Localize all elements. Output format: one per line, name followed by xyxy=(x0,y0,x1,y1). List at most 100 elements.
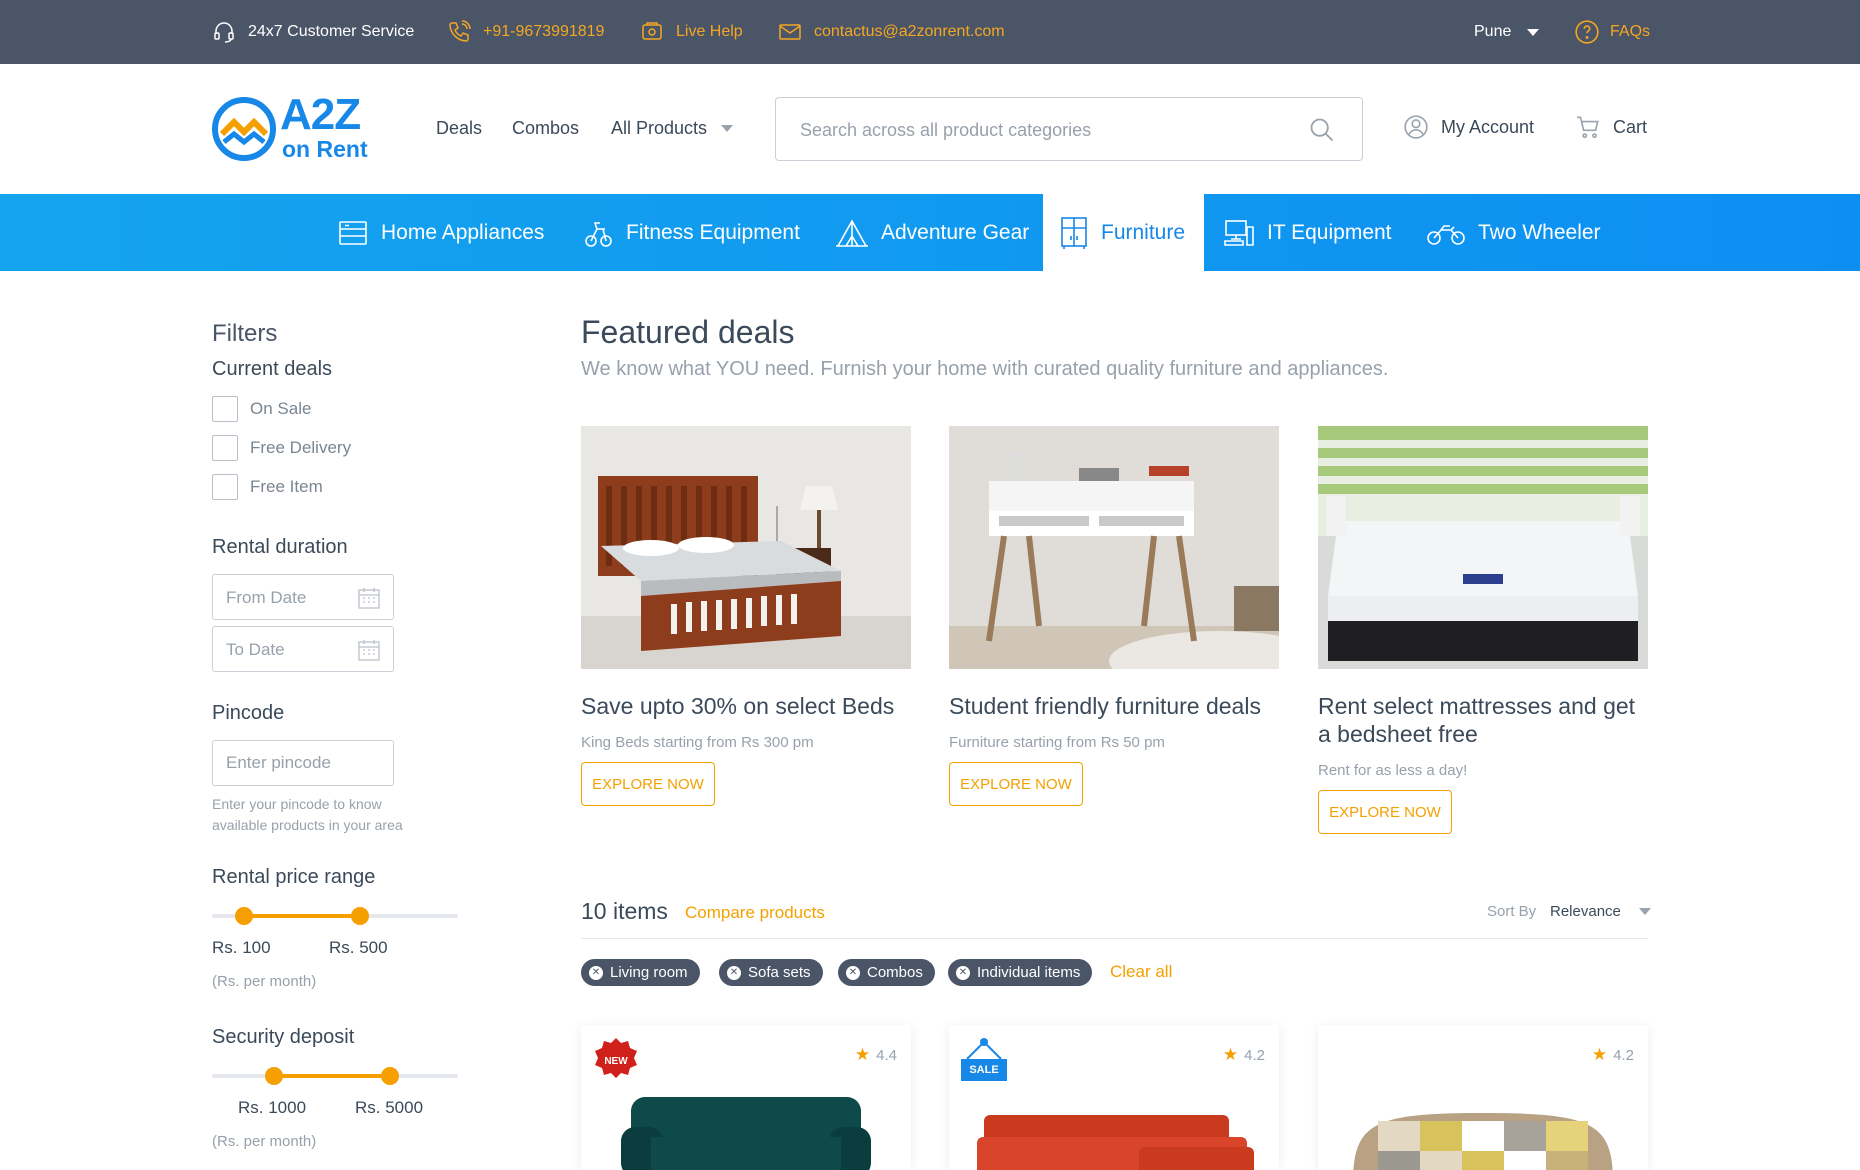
card-title[interactable]: Rent select mattresses and get a bedshee… xyxy=(1318,692,1648,748)
explore-now-button[interactable]: EXPLORE NOW xyxy=(1318,790,1452,834)
close-icon[interactable]: ✕ xyxy=(846,965,860,980)
explore-now-button[interactable]: EXPLORE NOW xyxy=(949,762,1083,806)
desk-image[interactable] xyxy=(949,426,1279,669)
filter-chip[interactable]: ✕ Individual items xyxy=(948,959,1093,986)
bed-image[interactable] xyxy=(581,426,911,669)
cart-icon xyxy=(1577,116,1599,139)
slider-max-handle[interactable] xyxy=(351,907,369,925)
category-bar: Home Appliances Fitness Equipment Advent… xyxy=(0,194,1860,271)
pincode-field[interactable] xyxy=(212,740,394,786)
slider-max-handle[interactable] xyxy=(381,1067,399,1085)
explore-now-button[interactable]: EXPLORE NOW xyxy=(581,762,715,806)
faqs-label[interactable]: FAQs xyxy=(1610,23,1650,41)
checkbox-label[interactable]: On Sale xyxy=(250,399,311,419)
filter-chip[interactable]: ✕ Sofa sets xyxy=(719,959,823,986)
chevron-down-icon xyxy=(1527,28,1540,36)
price-min-value: Rs. 100 xyxy=(212,938,271,957)
sofa-image[interactable] xyxy=(581,1087,911,1170)
card-title[interactable]: Student friendly furniture deals xyxy=(949,692,1279,720)
filter-chip[interactable]: ✕ Living room xyxy=(581,959,700,986)
product-card[interactable]: SALE ★ 4.2 xyxy=(949,1025,1279,1170)
close-icon[interactable]: ✕ xyxy=(589,965,603,980)
my-account-label[interactable]: My Account xyxy=(1441,117,1534,138)
nav-combos[interactable]: Combos xyxy=(512,118,579,139)
checkbox[interactable] xyxy=(212,396,238,422)
from-date-placeholder[interactable]: From Date xyxy=(226,588,306,608)
sofa-image[interactable] xyxy=(1318,1093,1648,1170)
featured-card-beds[interactable]: Save upto 30% on select Beds King Beds s… xyxy=(581,426,911,806)
price-range-slider[interactable] xyxy=(212,907,458,925)
featured-card-student[interactable]: Student friendly furniture deals Furnitu… xyxy=(949,426,1279,806)
slider-min-handle[interactable] xyxy=(265,1067,283,1085)
clear-all-link[interactable]: Clear all xyxy=(1110,962,1172,982)
phone-link[interactable]: +91-9673991819 xyxy=(447,18,604,46)
phone-number[interactable]: +91-9673991819 xyxy=(483,23,604,41)
checkbox-label[interactable]: Free Item xyxy=(250,477,323,497)
email-link[interactable]: contactus@a2zonrent.com xyxy=(778,18,1005,46)
to-date-placeholder[interactable]: To Date xyxy=(226,640,285,660)
email-address[interactable]: contactus@a2zonrent.com xyxy=(814,23,1005,41)
logo[interactable]: A2Z on Rent xyxy=(212,90,382,164)
sofa-image[interactable] xyxy=(949,1107,1279,1170)
close-icon[interactable]: ✕ xyxy=(727,965,741,980)
category-label[interactable]: Furniture xyxy=(1101,221,1185,245)
category-two-wheeler[interactable]: Two Wheeler xyxy=(1426,194,1601,271)
cart-label[interactable]: Cart xyxy=(1613,117,1647,138)
current-deals-heading: Current deals xyxy=(212,358,333,380)
category-label[interactable]: Home Appliances xyxy=(381,221,544,245)
nav-all-products[interactable]: All Products xyxy=(611,118,734,139)
nav-all-products-label[interactable]: All Products xyxy=(611,118,707,139)
checkbox[interactable] xyxy=(212,435,238,461)
security-deposit-slider[interactable] xyxy=(212,1067,458,1085)
pincode-heading: Pincode xyxy=(212,702,285,724)
tent-icon xyxy=(836,218,868,247)
card-title[interactable]: Save upto 30% on select Beds xyxy=(581,692,911,720)
category-label[interactable]: Two Wheeler xyxy=(1478,221,1601,245)
category-label[interactable]: IT Equipment xyxy=(1267,221,1392,245)
search-input[interactable] xyxy=(800,116,1280,144)
live-help-label[interactable]: Live Help xyxy=(676,23,743,41)
sort-dropdown[interactable]: Relevance xyxy=(1550,903,1651,920)
rental-duration-heading: Rental duration xyxy=(212,536,348,558)
close-icon[interactable]: ✕ xyxy=(956,965,970,980)
calendar-icon[interactable] xyxy=(357,586,381,610)
cart-link[interactable]: Cart xyxy=(1575,114,1647,140)
pincode-hint: Enter your pincode to know available pro… xyxy=(212,796,403,833)
rating-value: 4.2 xyxy=(1244,1046,1265,1064)
filter-on-sale[interactable]: On Sale xyxy=(212,396,311,422)
featured-card-mattress[interactable]: Rent select mattresses and get a bedshee… xyxy=(1318,426,1648,834)
live-help-link[interactable]: Live Help xyxy=(640,18,743,46)
faqs-link[interactable]: FAQs xyxy=(1574,18,1650,46)
compare-products-link[interactable]: Compare products xyxy=(685,903,825,923)
category-fitness-equipment[interactable]: Fitness Equipment xyxy=(582,194,800,271)
pincode-input[interactable] xyxy=(226,753,376,773)
filter-free-delivery[interactable]: Free Delivery xyxy=(212,435,351,461)
nav-deals[interactable]: Deals xyxy=(436,118,482,139)
category-home-appliances[interactable]: Home Appliances xyxy=(337,194,544,271)
city-selector[interactable]: Pune xyxy=(1474,18,1540,46)
checkbox-label[interactable]: Free Delivery xyxy=(250,438,351,458)
to-date-field[interactable]: To Date xyxy=(212,626,394,672)
filter-free-item[interactable]: Free Item xyxy=(212,474,323,500)
category-label[interactable]: Fitness Equipment xyxy=(626,221,800,245)
slider-min-handle[interactable] xyxy=(235,907,253,925)
category-it-equipment[interactable]: IT Equipment xyxy=(1223,194,1392,271)
category-furniture[interactable]: Furniture xyxy=(1043,194,1204,271)
my-account-link[interactable]: My Account xyxy=(1403,114,1534,140)
from-date-field[interactable]: From Date xyxy=(212,574,394,620)
product-card[interactable]: ★ 4.2 xyxy=(1318,1025,1648,1170)
mattress-image[interactable] xyxy=(1318,426,1648,669)
city-label[interactable]: Pune xyxy=(1474,23,1511,41)
search-box[interactable] xyxy=(775,97,1363,161)
appliance-icon xyxy=(339,220,367,245)
product-card[interactable]: NEW ★ 4.4 xyxy=(581,1025,911,1170)
price-range-heading: Rental price range xyxy=(212,866,376,888)
search-icon[interactable] xyxy=(1308,116,1336,144)
calendar-icon[interactable] xyxy=(357,638,381,662)
category-adventure-gear[interactable]: Adventure Gear xyxy=(835,194,1029,271)
header: A2Z on Rent Deals Combos All Products My… xyxy=(0,64,1860,194)
category-label[interactable]: Adventure Gear xyxy=(881,221,1029,245)
sort-value[interactable]: Relevance xyxy=(1550,903,1621,920)
checkbox[interactable] xyxy=(212,474,238,500)
filter-chip[interactable]: ✕ Combos xyxy=(838,959,935,986)
